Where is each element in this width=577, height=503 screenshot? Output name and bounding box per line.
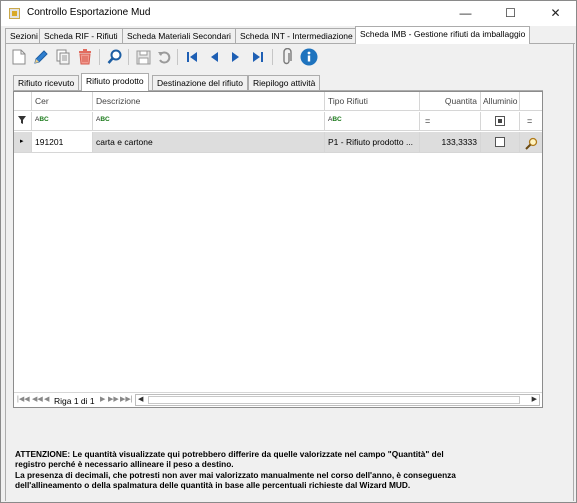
column-header-quantita[interactable]: Quantita — [420, 92, 481, 111]
next-record-icon[interactable] — [226, 47, 246, 67]
filter-descrizione[interactable]: ABC — [93, 112, 325, 131]
magnifier-icon — [525, 137, 538, 150]
row-indicator-header — [14, 92, 32, 111]
tab-scheda-materiali-secondari[interactable]: Scheda Materiali Secondari — [122, 28, 236, 43]
tab-rifiuto-ricevuto[interactable]: Rifiuto ricevuto — [13, 75, 80, 90]
toolbar-separator — [99, 49, 100, 65]
column-header-cer[interactable]: Cer — [32, 92, 93, 111]
column-header-tipo-rifiuti[interactable]: Tipo Rifiuti — [325, 92, 420, 111]
toolbar-separator — [177, 49, 178, 65]
nav-first-icon[interactable]: |◀◀ — [17, 395, 30, 403]
data-grid: Cer Descrizione Tipo Rifiuti Quantita Al… — [13, 91, 543, 408]
text-filter-icon: ABC — [328, 116, 342, 123]
nav-next-icon[interactable]: ▶ — [100, 395, 105, 403]
warning-notice: ATTENZIONE: Le quantità visualizzate qui… — [15, 449, 560, 491]
new-document-icon[interactable] — [9, 47, 29, 67]
notice-line: La presenza di decimali, che potresti no… — [15, 469, 456, 480]
nav-page-text: Riga 1 di 1 — [54, 396, 95, 406]
column-header-alluminio[interactable]: Alluminio — [481, 92, 520, 111]
minimize-button[interactable]: — — [443, 1, 488, 26]
previous-record-icon[interactable] — [204, 47, 224, 67]
column-header-descrizione[interactable]: Descrizione — [93, 92, 325, 111]
info-icon[interactable] — [299, 47, 319, 67]
notice-line: ATTENZIONE: Le quantità visualizzate qui… — [15, 449, 444, 459]
grid-navigator: |◀◀ ◀◀ ◀ Riga 1 di 1 ▶ ▶▶ ▶▶| ◀ ▶ — [14, 392, 542, 407]
cell-cer[interactable]: 191201 — [32, 132, 93, 153]
copy-icon[interactable] — [53, 47, 73, 67]
inner-tab-strip: Rifiuto ricevuto Rifiuto prodotto Destin… — [13, 73, 553, 91]
search-icon[interactable] — [105, 47, 125, 67]
title-bar: Controllo Esportazione Mud — ☐ ✕ — [1, 1, 576, 26]
column-header-extra — [520, 92, 542, 111]
cell-tipo-rifiuti[interactable]: P1 - Rifiuto prodotto ... — [325, 132, 420, 153]
text-filter-icon: ABC — [96, 116, 110, 123]
close-button[interactable]: ✕ — [533, 1, 577, 26]
filter-tipo-rifiuti[interactable]: ABC — [325, 112, 420, 131]
attachment-icon[interactable] — [277, 47, 297, 67]
tab-sezioni[interactable]: Sezioni — [5, 28, 43, 43]
main-window: Controllo Esportazione Mud — ☐ ✕ Sezioni… — [0, 0, 577, 503]
scroll-left-icon[interactable]: ◀ — [138, 395, 143, 403]
filter-extra[interactable]: = — [520, 112, 542, 131]
notice-line: registro perché è necessario allineare i… — [15, 459, 234, 470]
last-record-icon[interactable] — [248, 47, 268, 67]
toolbar — [7, 46, 327, 69]
window-title: Controllo Esportazione Mud — [27, 7, 151, 18]
nav-last-icon[interactable]: ▶▶| — [120, 395, 133, 403]
delete-icon[interactable] — [75, 47, 95, 67]
maximize-button[interactable]: ☐ — [488, 1, 533, 26]
row-indicator[interactable]: ▸ — [14, 132, 32, 153]
tab-rifiuto-prodotto[interactable]: Rifiuto prodotto — [81, 73, 149, 91]
nav-prev-icon[interactable]: ◀ — [44, 395, 49, 403]
row-detail-button[interactable] — [520, 132, 542, 153]
nav-next-page-icon[interactable]: ▶▶ — [108, 395, 119, 403]
tab-destinazione-del-rifiuto[interactable]: Destinazione del rifiuto — [152, 75, 248, 90]
edit-pencil-icon[interactable] — [31, 47, 51, 67]
save-icon[interactable] — [133, 47, 153, 67]
toolbar-separator — [272, 49, 273, 65]
text-filter-icon: ABC — [35, 116, 49, 123]
cell-descrizione[interactable]: carta e cartone — [93, 132, 325, 153]
nav-prev-page-icon[interactable]: ◀◀ — [32, 395, 43, 403]
cell-alluminio[interactable] — [481, 132, 520, 153]
horizontal-scrollbar[interactable]: ◀ ▶ — [135, 394, 540, 406]
app-icon — [9, 8, 20, 19]
tab-scheda-int[interactable]: Scheda INT - Intermediazione — [235, 28, 358, 43]
undo-icon[interactable] — [154, 47, 174, 67]
filter-cer[interactable]: ABC — [32, 112, 93, 131]
filter-alluminio[interactable] — [481, 112, 520, 131]
filter-quantita[interactable]: = — [420, 112, 481, 131]
tab-riepilogo-attivita[interactable]: Riepilogo attività — [248, 75, 321, 90]
tab-scheda-imb[interactable]: Scheda IMB - Gestione rifiuti da imballa… — [355, 26, 531, 44]
toolbar-separator — [128, 49, 129, 65]
first-record-icon[interactable] — [182, 47, 202, 67]
tab-scheda-rif[interactable]: Scheda RIF - Rifiuti — [39, 28, 123, 43]
cell-quantita[interactable]: 133,3333 — [420, 132, 481, 153]
scroll-right-icon[interactable]: ▶ — [532, 395, 537, 403]
filter-icon[interactable] — [14, 112, 32, 131]
outer-tab-strip: Sezioni Scheda RIF - Rifiuti Scheda Mate… — [5, 26, 575, 44]
alluminio-checkbox[interactable] — [495, 137, 505, 147]
notice-line: dell'allineamento o della spalmatura del… — [15, 480, 411, 491]
scrollbar-thumb[interactable] — [148, 396, 520, 404]
